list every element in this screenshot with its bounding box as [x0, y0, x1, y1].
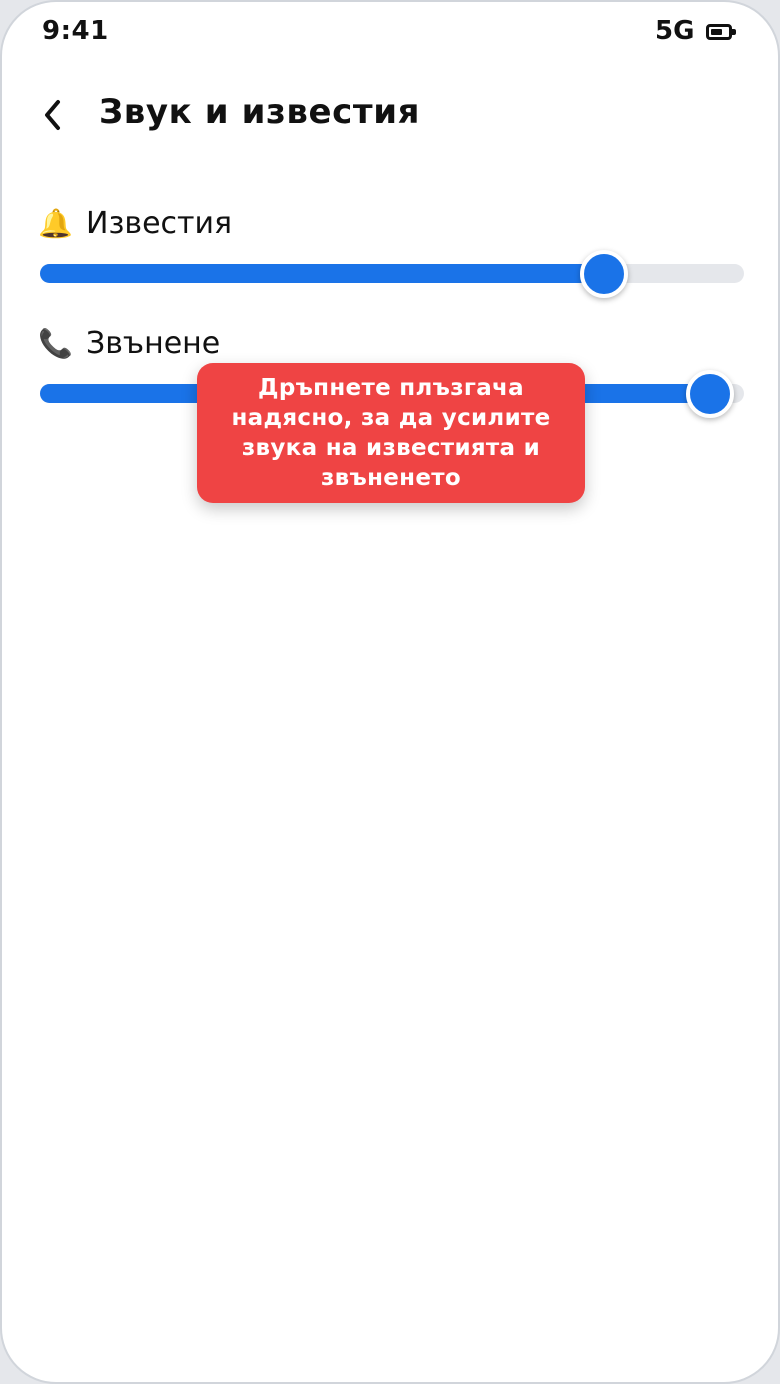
header: Звук и известия [2, 82, 778, 146]
network-indicator: 5G [655, 16, 695, 46]
hint-tooltip: Дръпнете плъзгача надясно, за да усилите… [197, 363, 585, 503]
slider-thumb[interactable] [686, 370, 734, 418]
slider-fill [40, 264, 603, 283]
battery-icon [706, 24, 736, 40]
status-time: 9:41 [42, 16, 109, 46]
phone-icon: 📞 [38, 326, 73, 360]
page-title: Звук и известия [99, 92, 421, 132]
back-button[interactable] [30, 88, 78, 136]
chevron-left-icon [45, 100, 60, 130]
notifications-label: Известия [86, 205, 233, 241]
setting-label-row: 📞 Звънене [38, 321, 220, 365]
bell-icon: 🔔 [38, 206, 73, 240]
setting-label-row: 🔔 Известия [38, 201, 232, 245]
status-bar: 9:41 5G [2, 2, 778, 62]
phone-screen: 9:41 5G Звук и известия 🔔 Известия 📞 Звъ… [0, 0, 780, 1384]
slider-thumb[interactable] [580, 250, 628, 298]
ringtone-label: Звънене [86, 325, 221, 361]
notifications-volume-slider[interactable] [40, 249, 744, 298]
